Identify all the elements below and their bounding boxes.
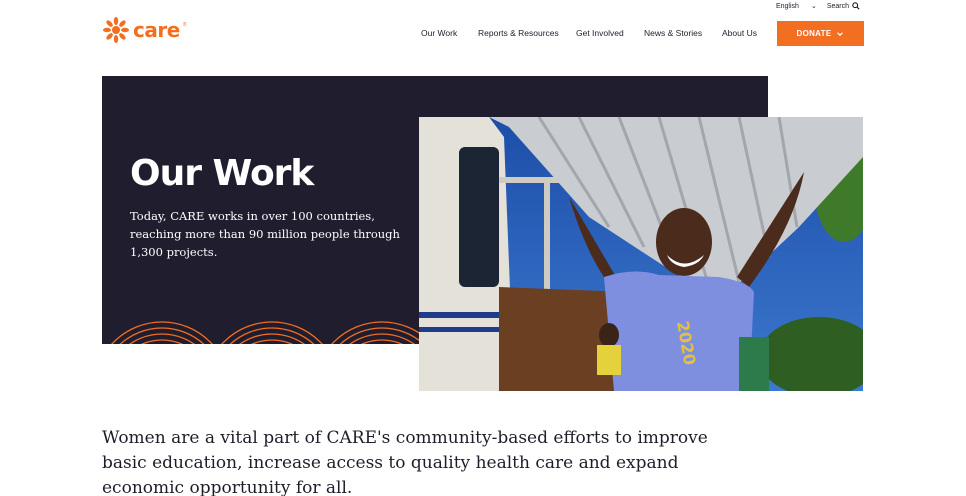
language-select[interactable]: English ⌄ [775,2,817,11]
language-label: English [775,2,799,10]
logo-registered-mark: ® [182,22,187,28]
hero-photo: 2020 [419,117,863,391]
search-icon [852,2,860,10]
nav-item-reports-resources[interactable]: Reports & Resources [478,28,559,38]
chevron-down-icon: ⌄ [810,3,817,10]
utility-bar: English ⌄ Search [776,2,860,10]
care-logo-icon [103,17,129,43]
hero-description: Today, CARE works in over 100 countries,… [130,209,400,259]
nav-item-about-us[interactable]: About Us [722,28,757,38]
nav-item-get-involved[interactable]: Get Involved [576,28,624,38]
page-title: Our Work [130,153,314,194]
donate-label: DONATE [796,29,832,38]
chevron-down-icon [837,31,844,36]
intro-text: Women are a vital part of CARE's communi… [102,428,708,496]
donate-button[interactable]: DONATE [777,21,864,46]
care-logo[interactable]: care ® [102,16,186,44]
nav-item-our-work[interactable]: Our Work [421,28,457,38]
search-label: Search [826,2,849,10]
nav-item-news-stories[interactable]: News & Stories [644,28,702,38]
decorative-arcs [111,321,422,344]
logo-wordmark: care [133,18,180,42]
hero-photo-illustration: 2020 [419,117,863,391]
search-button[interactable]: Search [827,2,860,10]
